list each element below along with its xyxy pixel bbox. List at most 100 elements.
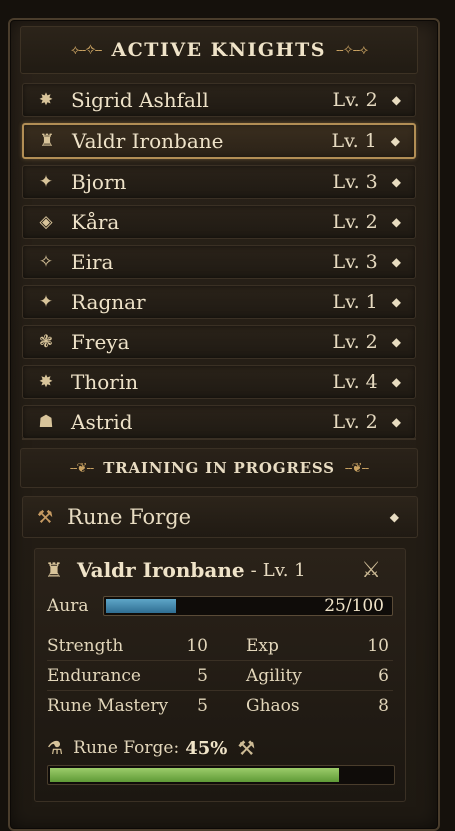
sun-emblem-icon: ✸ [38, 90, 54, 110]
star-diamond-icon: ✧ [38, 252, 54, 272]
knight-detail-card: ♜ Valdr Ironbane - Lv. 1 ⚔ Aura 25/100 S… [34, 548, 406, 802]
stat-label: Ghaos [246, 695, 300, 716]
aura-value: 25/100 [324, 596, 384, 616]
divider [22, 438, 416, 440]
stat-label: Exp [246, 635, 279, 656]
knight-name: Bjorn [71, 170, 127, 194]
crossed-axes-icon: ✦ [38, 172, 54, 192]
stat-cell: Endurance 5 [47, 666, 220, 686]
crossed-hammers-icon: ⚒ [237, 736, 256, 760]
knight-level: Lv. 3 [332, 171, 378, 193]
aura-label: Aura [47, 596, 89, 616]
ornament-right-icon: ‑‑✧‑‑⟡ [335, 42, 368, 58]
active-knights-header: ⟡‑‑✧‑‑ ACTIVE KNIGHTS ‑‑✧‑‑⟡ [20, 26, 418, 74]
diamond-marker-icon: ◆ [391, 175, 401, 189]
stats-table: Strength 10 Exp 10 Endurance 5 Agility 6 Rune Ma… [47, 631, 393, 720]
training-header: ‑‑❦‑‑ TRAINING IN PROGRESS ‑‑❦‑‑ [20, 448, 418, 488]
rune-emblem-icon: ♜ [39, 131, 55, 151]
knight-row[interactable]: ✦ Bjorn Lv. 3 ◆ [22, 165, 416, 199]
forge-anvil-icon: ⚒ [37, 506, 54, 528]
diamond-marker-icon: ◆ [390, 134, 400, 148]
stat-row: Endurance 5 Agility 6 [47, 661, 393, 691]
knight-name: Valdr Ironbane [72, 129, 224, 153]
stat-label: Endurance [47, 665, 141, 686]
rune-emblem-icon: ♜ [45, 558, 63, 582]
diamond-marker-icon: ◆ [391, 215, 401, 229]
ornament-left-icon: ‑‑❦‑‑ [69, 460, 94, 476]
knight-name: Freya [71, 330, 130, 354]
stat-value: 10 [186, 635, 208, 656]
detail-knight-name: Valdr Ironbane [76, 558, 245, 582]
stat-cell: Rune Mastery 5 [47, 696, 220, 716]
stat-label: Agility [246, 665, 302, 686]
stat-label: Rune Mastery [47, 695, 169, 716]
knight-row[interactable]: ♜ Valdr Ironbane Lv. 1 ◆ [22, 123, 416, 159]
knight-level: Lv. 1 [331, 130, 377, 152]
knight-row[interactable]: ✦ Ragnar Lv. 1 ◆ [22, 285, 416, 319]
diamond-marker-icon: ◆ [391, 415, 401, 429]
diamond-marker-icon: ◆ [391, 93, 401, 107]
detail-separator: - [250, 559, 257, 581]
crossed-axes-icon: ✦ [38, 292, 54, 312]
ornament-right-icon: ‑‑❦‑‑ [344, 460, 369, 476]
training-station-button[interactable]: ⚒ Rune Forge ◆ [22, 496, 418, 538]
aura-bar: 25/100 [103, 596, 393, 616]
progress-label: Rune Forge: [73, 738, 180, 758]
crossed-swords-icon[interactable]: ⚔ [361, 558, 381, 583]
knight-level: Lv. 2 [332, 411, 378, 433]
diamond-marker-icon: ◆ [391, 255, 401, 269]
diamond-emblem-icon: ◈ [39, 212, 53, 232]
diamond-marker-icon: ◆ [391, 335, 401, 349]
stat-value: 8 [378, 695, 389, 716]
training-station-name: Rune Forge [67, 505, 192, 529]
knight-row[interactable]: ✧ Eira Lv. 3 ◆ [22, 245, 416, 279]
knight-level: Lv. 4 [332, 371, 378, 393]
knight-name: Sigrid Ashfall [71, 88, 209, 112]
knight-list: ✸ Sigrid Ashfall Lv. 2 ◆ ♜ Valdr Ironbane Lv. … [22, 83, 416, 445]
stat-value: 5 [197, 695, 208, 716]
diamond-marker-icon: ◆ [391, 295, 401, 309]
stat-value: 6 [378, 665, 389, 686]
training-progress-row: ⚗ Rune Forge: 45% ⚒ [47, 735, 393, 761]
flask-icon: ⚗ [47, 737, 64, 759]
stat-cell: Ghaos 8 [220, 696, 393, 716]
stat-value: 10 [367, 635, 389, 656]
active-knights-title: ACTIVE KNIGHTS [111, 39, 326, 61]
knight-row[interactable]: ☗ Astrid Lv. 2 ◆ [22, 405, 416, 439]
stat-cell: Strength 10 [47, 636, 220, 656]
knight-name: Ragnar [71, 290, 146, 314]
progress-percent: 45% [185, 737, 228, 759]
stat-cell: Exp 10 [220, 636, 393, 656]
knight-level: Lv. 3 [332, 251, 378, 273]
knight-name: Astrid [71, 410, 133, 434]
ornament-left-icon: ⟡‑‑✧‑‑ [70, 42, 102, 58]
aura-row: Aura 25/100 [47, 595, 393, 617]
knight-level: Lv. 2 [332, 331, 378, 353]
sun-emblem-icon: ✸ [38, 372, 54, 392]
detail-knight-level: Lv. 1 [262, 559, 306, 581]
knight-level: Lv. 2 [332, 89, 378, 111]
detail-header: ♜ Valdr Ironbane - Lv. 1 ⚔ [45, 557, 395, 583]
stat-row: Strength 10 Exp 10 [47, 631, 393, 661]
knight-row[interactable]: ◈ Kåra Lv. 2 ◆ [22, 205, 416, 239]
diamond-marker-icon: ◆ [391, 375, 401, 389]
stat-label: Strength [47, 635, 124, 656]
stat-row: Rune Mastery 5 Ghaos 8 [47, 691, 393, 720]
knight-row[interactable]: ✸ Thorin Lv. 4 ◆ [22, 365, 416, 399]
training-progress-fill [50, 768, 339, 782]
knight-name: Kåra [71, 210, 120, 234]
flower-emblem-icon: ❃ [38, 332, 54, 352]
knight-level: Lv. 1 [332, 291, 378, 313]
aura-bar-fill [106, 599, 176, 613]
training-progress-bar [47, 765, 395, 785]
knight-name: Eira [71, 250, 114, 274]
stat-value: 5 [197, 665, 208, 686]
training-title: TRAINING IN PROGRESS [103, 459, 335, 477]
helm-emblem-icon: ☗ [38, 412, 54, 432]
knight-row[interactable]: ❃ Freya Lv. 2 ◆ [22, 325, 416, 359]
knight-level: Lv. 2 [332, 211, 378, 233]
knight-row[interactable]: ✸ Sigrid Ashfall Lv. 2 ◆ [22, 83, 416, 117]
stat-cell: Agility 6 [220, 666, 393, 686]
diamond-marker-icon: ◆ [389, 510, 399, 524]
knight-name: Thorin [71, 370, 139, 394]
